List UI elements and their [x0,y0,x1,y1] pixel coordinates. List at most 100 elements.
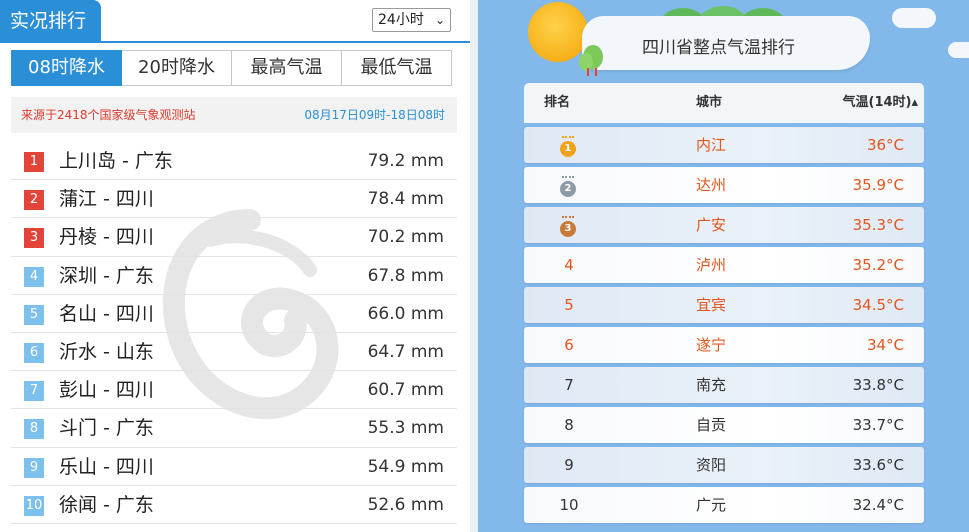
panel-header: 实况排行 24小时 ⌄ [0,0,470,43]
list-item[interactable]: 3 丹棱 - 四川 70.2 mm [11,218,457,257]
tree-icon [579,45,603,76]
table-row[interactable]: 9 资阳 33.6°C [524,447,924,483]
station-name: 蒲江 - 四川 [59,188,154,211]
rank-badge: 4 [24,266,44,287]
rank-badge: 2 [24,190,44,211]
city-cell: 宜宾 [696,296,727,314]
rank-cell: 10 [559,496,579,514]
category-tabs: 08时降水 20时降水 最高气温 最低气温 [11,50,452,86]
rainfall-value: 54.9 mm [367,456,444,477]
rainfall-value: 55.3 mm [367,418,444,439]
rank-badge: 7 [24,381,44,402]
time-range-select[interactable]: 24小时 ⌄ [372,8,451,32]
rank-badge: 5 [24,304,44,325]
rainfall-ranking-list: 1 上川岛 - 广东 79.2 mm 2 蒲江 - 四川 78.4 mm 3 丹棱 - 四川 7… [11,142,457,524]
station-name: 彭山 - 四川 [59,379,154,402]
cloud-icon [892,8,936,28]
table-row[interactable]: 2 达州 35.9°C [524,167,924,203]
rank-cell: 8 [564,416,574,434]
city-cell: 南充 [696,376,727,394]
table-body: 1 内江 36°C 2 达州 35.9°C 3 广安 35.3°C 4 泸州 35.2°C 5 宜宾 34.… [524,127,924,523]
table-row[interactable]: 10 广元 32.4°C [524,487,924,523]
rainfall-value: 79.2 mm [367,151,444,171]
temperature-ranking-panel: 四川省整点气温排行 排名 城市 气温(14时)▴ 1 内江 36°C 2 达州 35.9°… [478,0,969,532]
rank-cell: 6 [564,336,574,354]
col-rank-header: 排名 [544,95,571,110]
rainfall-value: 67.8 mm [367,265,444,286]
table-row[interactable]: 7 南充 33.8°C [524,367,924,403]
rainfall-value: 64.7 mm [367,341,444,362]
table-row[interactable]: 6 遂宁 34°C [524,327,924,363]
rank-cell: 7 [564,376,574,394]
station-name: 沂水 - 山东 [59,340,154,363]
list-item[interactable]: 8 斗门 - 广东 55.3 mm [11,409,457,448]
station-name: 徐闻 - 广东 [59,493,154,516]
list-item[interactable]: 6 沂水 - 山东 64.7 mm [11,333,457,372]
source-text: 来源于2418个国家级气象观测站 [21,108,196,122]
temp-cell: 35.9°C [852,176,904,194]
date-range: 08月17日09时-18日08时 [304,108,445,122]
rank-cell: 9 [564,456,574,474]
city-cell: 遂宁 [696,336,727,354]
panel-title: 四川省整点气温排行 [642,38,795,58]
temp-cell: 35.3°C [852,216,904,234]
rainfall-value: 78.4 mm [367,189,444,210]
station-name: 深圳 - 广东 [59,264,154,287]
rainfall-ranking-panel: 实况排行 24小时 ⌄ 08时降水 20时降水 最高气温 最低气温 来源于241… [0,0,470,532]
temp-cell: 36°C [866,136,904,154]
source-info-bar: 来源于2418个国家级气象观测站 08月17日09时-18日08时 [11,97,457,133]
list-item[interactable]: 9 乐山 - 四川 54.9 mm [11,448,457,486]
table-row[interactable]: 4 泸州 35.2°C [524,247,924,283]
table-row[interactable]: 3 广安 35.3°C [524,207,924,243]
station-name: 上川岛 - 广东 [59,150,173,172]
station-name: 名山 - 四川 [59,302,154,325]
gold-medal-icon: 1 [558,136,578,158]
tab-20h-rain[interactable]: 20时降水 [122,50,232,86]
rank-badge: 3 [24,228,44,249]
rank-badge: 10 [24,495,44,516]
table-row[interactable]: 8 自贡 33.7°C [524,407,924,443]
temp-cell: 33.8°C [852,376,904,394]
city-cell: 自贡 [696,416,727,434]
city-cell: 泸州 [696,256,727,274]
rainfall-value: 70.2 mm [367,227,444,248]
rainfall-value: 52.6 mm [367,494,444,515]
list-item[interactable]: 7 彭山 - 四川 60.7 mm [11,371,457,410]
rank-badge: 9 [24,457,44,478]
table-row[interactable]: 1 内江 36°C [524,127,924,163]
chevron-down-icon: ⌄ [434,13,445,27]
table-header: 排名 城市 气温(14时)▴ [524,83,924,123]
col-temp-header[interactable]: 气温(14时)▴ [843,83,919,123]
station-name: 斗门 - 广东 [59,417,154,440]
table-row[interactable]: 5 宜宾 34.5°C [524,287,924,323]
rank-cell: 5 [564,296,574,314]
col-city-header: 城市 [696,95,723,110]
station-name: 乐山 - 四川 [59,455,154,478]
temperature-table: 排名 城市 气温(14时)▴ 1 内江 36°C 2 达州 35.9°C 3 广安 35.3°C… [524,83,924,523]
list-item[interactable]: 2 蒲江 - 四川 78.4 mm [11,180,457,219]
rank-badge: 6 [24,342,44,363]
rainfall-value: 60.7 mm [367,380,444,401]
temp-cell: 32.4°C [852,496,904,514]
city-cell: 资阳 [696,456,727,474]
list-item[interactable]: 5 名山 - 四川 66.0 mm [11,295,457,333]
time-range-value: 24小时 [378,12,424,28]
tab-min-temp[interactable]: 最低气温 [342,50,452,86]
tab-08h-rain[interactable]: 08时降水 [11,50,122,86]
list-item[interactable]: 4 深圳 - 广东 67.8 mm [11,257,457,295]
rank-badge: 1 [24,152,44,172]
city-cell: 广元 [696,496,727,514]
silver-medal-icon: 2 [558,176,578,198]
rainfall-value: 66.0 mm [367,303,444,324]
city-cell: 广安 [696,216,727,234]
temp-cell: 33.6°C [852,456,904,474]
list-item[interactable]: 1 上川岛 - 广东 79.2 mm [11,142,457,181]
temp-cell: 35.2°C [852,256,904,274]
city-cell: 内江 [696,136,727,154]
list-item[interactable]: 10 徐闻 - 广东 52.6 mm [11,486,457,524]
tab-max-temp[interactable]: 最高气温 [232,50,342,86]
bronze-medal-icon: 3 [558,216,578,238]
rank-cell: 4 [564,256,574,274]
temp-cell: 34.5°C [852,296,904,314]
temp-cell: 33.7°C [852,416,904,434]
